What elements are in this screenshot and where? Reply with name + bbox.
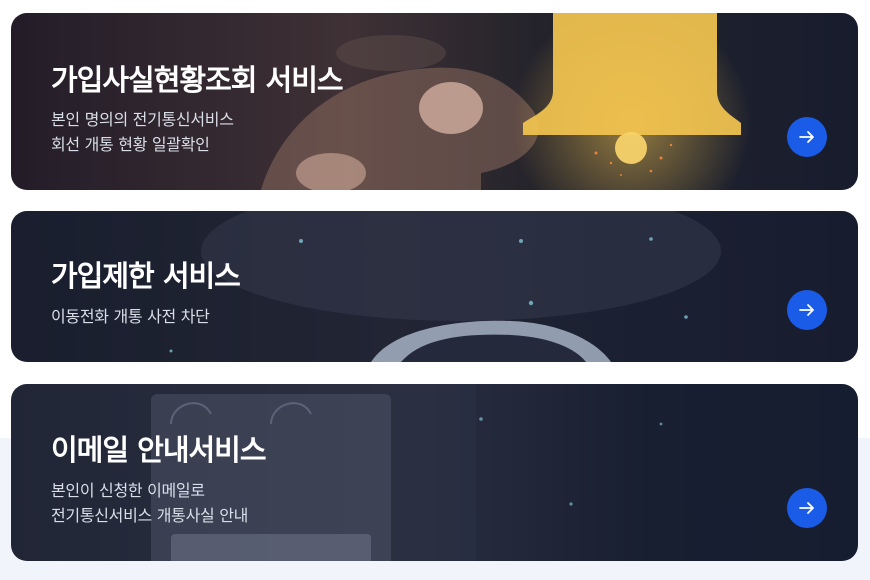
card-content: 가입제한 서비스 이동전화 개통 사전 차단: [51, 211, 858, 362]
go-button[interactable]: [787, 488, 827, 528]
card-description-line: 본인 명의의 전기통신서비스: [51, 110, 234, 129]
service-card-subscription-status[interactable]: 가입사실현황조회 서비스 본인 명의의 전기통신서비스 회선 개통 현황 일괄확…: [11, 13, 858, 190]
card-description: 본인 명의의 전기통신서비스 회선 개통 현황 일괄확인: [51, 107, 234, 157]
card-title: 이메일 안내서비스: [51, 433, 267, 467]
card-description-line: 본인이 신청한 이메일로: [51, 481, 205, 500]
card-description-line: 전기통신서비스 개통사실 안내: [51, 506, 249, 525]
arrow-right-icon: [799, 131, 814, 143]
card-description-line: 이동전화 개통 사전 차단: [51, 307, 210, 326]
arrow-right-icon: [799, 304, 814, 316]
card-description: 본인이 신청한 이메일로 전기통신서비스 개통사실 안내: [51, 478, 248, 528]
card-content: 이메일 안내서비스 본인이 신청한 이메일로 전기통신서비스 개통사실 안내: [51, 384, 858, 561]
go-button[interactable]: [787, 290, 827, 330]
card-description-line: 회선 개통 현황 일괄확인: [51, 135, 210, 154]
arrow-right-icon: [799, 502, 814, 514]
card-title: 가입제한 서비스: [51, 259, 241, 293]
go-button[interactable]: [787, 117, 827, 157]
card-description: 이동전화 개통 사전 차단: [51, 304, 210, 329]
card-content: 가입사실현황조회 서비스 본인 명의의 전기통신서비스 회선 개통 현황 일괄확…: [51, 13, 858, 190]
service-card-email-notice[interactable]: 이메일 안내서비스 본인이 신청한 이메일로 전기통신서비스 개통사실 안내: [11, 384, 858, 561]
card-title: 가입사실현황조회 서비스: [51, 63, 344, 97]
service-card-subscription-restriction[interactable]: 가입제한 서비스 이동전화 개통 사전 차단: [11, 211, 858, 362]
